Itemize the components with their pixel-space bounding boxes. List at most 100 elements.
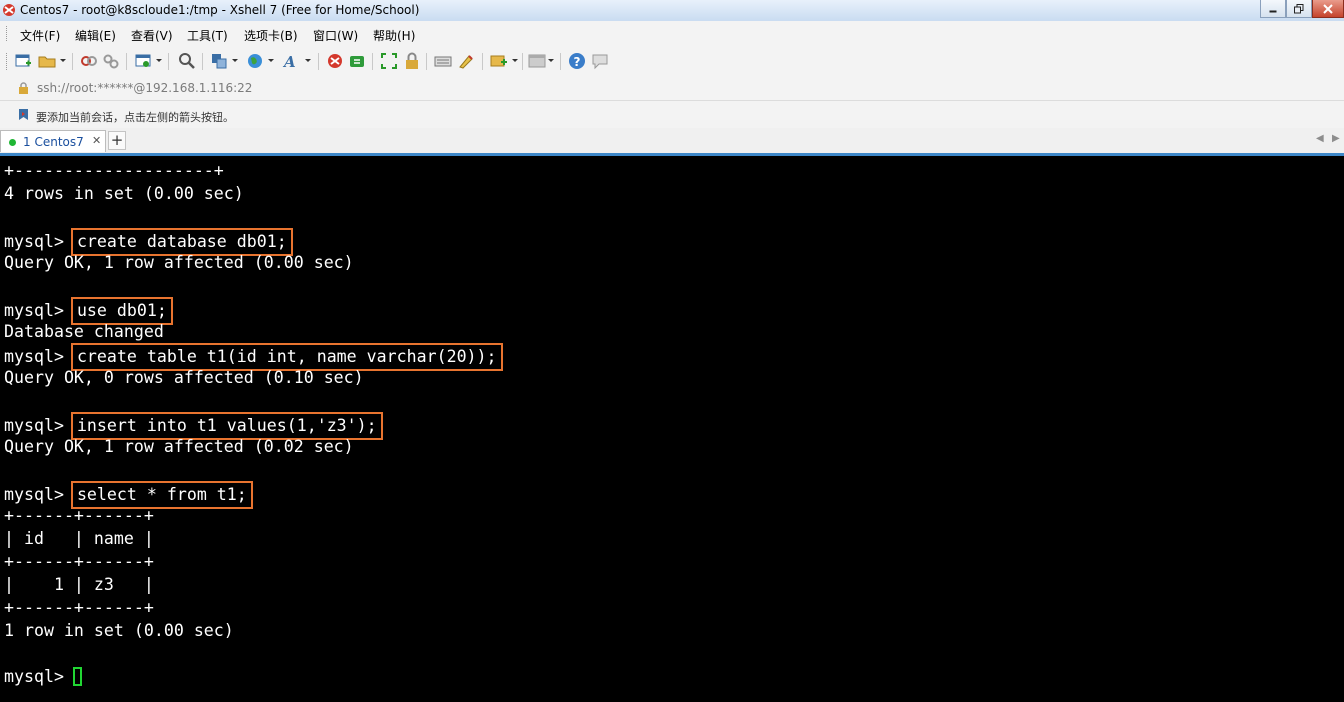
window-title: Centos7 - root@k8scloude1:/tmp - Xshell …: [20, 3, 420, 17]
mysql-prompt: mysql>: [4, 485, 74, 504]
menu-edit[interactable]: 编辑(E): [75, 27, 116, 44]
add-tab-button[interactable]: +: [108, 131, 126, 150]
tab-scroll-right-icon[interactable]: ▶: [1332, 133, 1340, 144]
terminal-output-line: 4 rows in set (0.00 sec): [4, 184, 244, 203]
mysql-prompt: mysql>: [4, 667, 74, 686]
properties-icon[interactable]: [134, 52, 152, 70]
terminal-output-line: 1 row in set (0.00 sec): [4, 621, 234, 640]
toolbar-separator: [72, 53, 73, 70]
tab-close-icon[interactable]: ✕: [92, 134, 101, 147]
toolbar-separator: [522, 53, 523, 70]
toolbar-grip: [6, 53, 10, 70]
close-button[interactable]: [1312, 0, 1344, 18]
terminal-output-line: +------+------+: [4, 506, 154, 525]
toolbar-separator: [560, 53, 561, 70]
help-icon[interactable]: ?: [568, 52, 586, 70]
mysql-prompt: mysql>: [4, 347, 74, 366]
font-dropdown-arrow[interactable]: [305, 59, 311, 62]
keyboard-icon[interactable]: [434, 52, 452, 70]
menu-tools[interactable]: 工具(T): [187, 27, 228, 44]
globe-dropdown-arrow[interactable]: [268, 59, 274, 62]
tab-scroll-left-icon[interactable]: ◀: [1316, 133, 1324, 144]
mysql-prompt: mysql>: [4, 301, 74, 320]
title-bar: Centos7 - root@k8scloude1:/tmp - Xshell …: [0, 0, 1344, 21]
minimize-button[interactable]: [1260, 0, 1286, 18]
chat-icon[interactable]: [591, 52, 609, 70]
mysql-command: insert into t1 values(1,'z3');: [70, 412, 383, 440]
xshell-icon[interactable]: [326, 52, 344, 70]
highlight-icon[interactable]: [457, 52, 475, 70]
properties-dropdown-arrow[interactable]: [156, 59, 162, 62]
terminal-output-line: +------+------+: [4, 552, 154, 571]
toolbar-separator: [426, 53, 427, 70]
toolbar-separator: [482, 53, 483, 70]
restore-icon: [1294, 3, 1304, 13]
tab-centos7[interactable]: 1 Centos7 ✕: [0, 130, 106, 152]
terminal-output-line: +------+------+: [4, 598, 154, 617]
terminal-output-line: | id | name |: [4, 529, 154, 548]
tab-label: 1 Centos7: [23, 135, 84, 149]
lock-icon[interactable]: [403, 52, 421, 70]
xshell-app-icon: [3, 4, 15, 16]
padlock-icon: [19, 82, 28, 94]
maximize-button[interactable]: [1286, 0, 1312, 18]
terminal-output-line: Database changed: [4, 322, 164, 341]
new-tab-icon[interactable]: [490, 52, 508, 70]
menu-file[interactable]: 文件(F): [20, 27, 60, 44]
address-input[interactable]: ssh://root:******@192.168.1.116:22: [37, 81, 252, 95]
globe-icon[interactable]: [246, 52, 264, 70]
connection-status-icon: [9, 139, 16, 146]
menu-help[interactable]: 帮助(H): [373, 27, 415, 44]
menu-grip: [6, 26, 10, 41]
toolbar-separator: [168, 53, 169, 70]
terminal-output-line: Query OK, 0 rows affected (0.10 sec): [4, 368, 364, 387]
transfer-icon[interactable]: [210, 52, 228, 70]
mysql-command: use db01;: [70, 297, 173, 325]
mysql-prompt: mysql>: [4, 232, 74, 251]
connect-icon[interactable]: [80, 52, 98, 70]
terminal-cursor: [73, 667, 82, 686]
new-session-icon[interactable]: [14, 52, 32, 70]
open-dropdown-arrow[interactable]: [60, 59, 66, 62]
mysql-prompt: mysql>: [4, 416, 74, 435]
hint-bar: 要添加当前会话，点击左侧的箭头按钮。: [0, 101, 1344, 128]
svg-text:?: ?: [574, 55, 581, 69]
toolbar-separator: [318, 53, 319, 70]
hint-text: 要添加当前会话，点击左侧的箭头按钮。: [36, 111, 234, 124]
svg-text:A: A: [282, 53, 296, 70]
menu-tabs[interactable]: 选项卡(B): [244, 27, 298, 44]
close-icon: [1323, 3, 1333, 14]
terminal-output-line: Query OK, 1 row affected (0.02 sec): [4, 437, 354, 456]
open-folder-icon[interactable]: [38, 52, 56, 70]
new-tab-dropdown-arrow[interactable]: [512, 59, 518, 62]
toolbar-separator: [202, 53, 203, 70]
mysql-command: select * from t1;: [70, 481, 253, 509]
terminal[interactable]: +--------------------+ 4 rows in set (0.0…: [0, 156, 1344, 702]
toolbar-separator: [372, 53, 373, 70]
toolbar: A ?: [0, 46, 1344, 78]
toolbar-separator: [126, 53, 127, 70]
terminal-output-line: | 1 | z3 |: [4, 575, 154, 594]
mysql-command: create database db01;: [70, 228, 293, 256]
terminal-command-line: mysql> insert into t1 values(1,'z3');: [4, 412, 383, 440]
menu-window[interactable]: 窗口(W): [313, 27, 358, 44]
terminal-command-line: mysql> select * from t1;: [4, 481, 253, 509]
menu-bar: 文件(F) 编辑(E) 查看(V) 工具(T) 选项卡(B) 窗口(W) 帮助(…: [0, 21, 1344, 46]
minimize-icon: [1269, 10, 1277, 12]
disconnect-icon[interactable]: [102, 52, 120, 70]
bookmark-arrow-icon[interactable]: [17, 108, 30, 121]
find-icon[interactable]: [178, 52, 196, 70]
layout-icon[interactable]: [528, 52, 546, 70]
layout-dropdown-arrow[interactable]: [548, 59, 554, 62]
font-icon[interactable]: A: [282, 52, 300, 70]
terminal-output-line: Query OK, 1 row affected (0.00 sec): [4, 253, 354, 272]
tab-bar: 1 Centos7 ✕ + ◀ ▶: [0, 128, 1344, 153]
terminal-command-line: mysql> use db01;: [4, 297, 173, 325]
menu-view[interactable]: 查看(V): [131, 27, 173, 44]
address-bar: ssh://root:******@192.168.1.116:22: [0, 77, 1344, 101]
xftp-icon[interactable]: [348, 52, 366, 70]
transfer-dropdown-arrow[interactable]: [232, 59, 238, 62]
fullscreen-icon[interactable]: [380, 52, 398, 70]
terminal-output-line: +--------------------+: [4, 161, 224, 180]
mysql-command: create table t1(id int, name varchar(20)…: [70, 343, 503, 371]
